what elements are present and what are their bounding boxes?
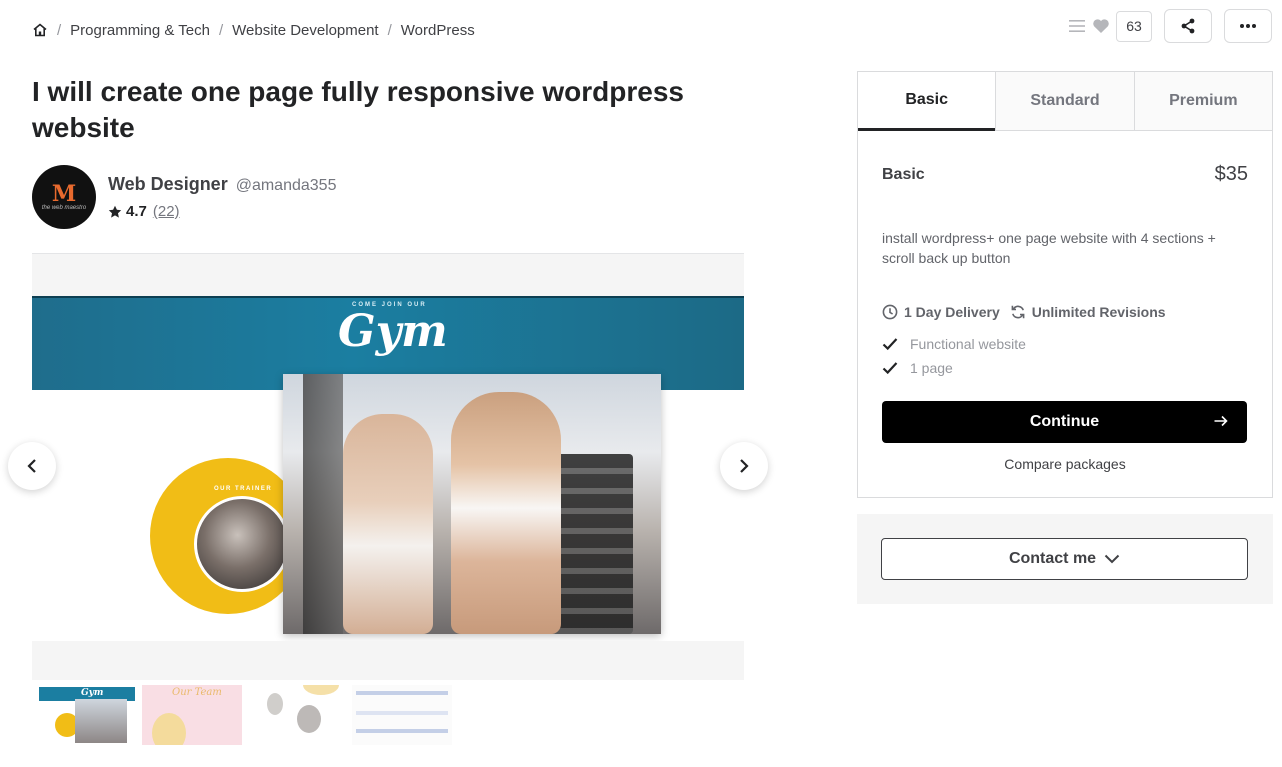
check-icon [882,337,910,351]
rating-score: 4.7 [126,203,147,220]
compare-packages-link[interactable]: Compare packages [882,456,1248,472]
more-icon [1240,24,1256,28]
tab-standard[interactable]: Standard [995,72,1134,130]
package-meta: 1 Day Delivery Unlimited Revisions [882,304,1248,320]
feature-label: 1 page [910,360,953,376]
breadcrumb-separator: / [57,21,62,39]
list-item: Functional website [882,332,1248,356]
avatar-logo: M [51,181,77,207]
arrow-right-icon [1213,413,1229,429]
share-icon [1181,18,1195,34]
reviews-count-link[interactable]: (22) [153,203,180,220]
package-tabs: Basic Standard Premium [858,72,1272,131]
slide-title-text: Gym [338,306,448,357]
contact-me-button[interactable]: Contact me [881,538,1248,580]
star-icon [108,205,122,219]
home-icon[interactable] [32,22,48,38]
more-options-button[interactable] [1224,9,1272,43]
slide-trainer-label: OUR TRAINER [214,486,273,492]
contact-seller-box: Contact me [857,514,1273,604]
list-icon[interactable] [1068,18,1086,34]
gig-title: I will create one page fully responsive … [32,76,684,143]
photo-gym-frame [303,374,343,634]
continue-label: Continue [1029,413,1100,430]
chevron-down-icon [1104,554,1120,564]
save-to-list[interactable]: 63 [1068,10,1152,42]
chevron-right-icon [740,459,749,473]
gallery-thumbnail[interactable]: Our Team [142,685,242,745]
clock-icon [882,304,898,320]
photo-figure [343,414,433,634]
gallery-next-button[interactable] [720,442,768,490]
breadcrumb-link-website-development[interactable]: Website Development [232,22,378,39]
continue-button[interactable]: Continue [882,401,1247,443]
heart-icon[interactable] [1092,18,1110,34]
feature-label: Functional website [910,336,1026,352]
delivery-time: 1 Day Delivery [904,304,1000,320]
gallery-slide-image: COME JOIN OUR Gym OUR TRAINER [32,296,744,641]
gig-actions: 63 [1068,9,1272,43]
breadcrumb-separator: / [218,21,224,39]
gig-gallery: COME JOIN OUR Gym OUR TRAINER [32,253,744,680]
slide-main-photo [283,374,661,634]
share-button[interactable] [1164,9,1212,43]
package-description: install wordpress+ one page website with… [882,230,1216,266]
package-name: Basic [882,165,925,183]
seller-rating: 4.7 (22) [108,203,336,220]
breadcrumb-link-programming-tech[interactable]: Programming & Tech [70,22,210,39]
gallery-prev-button[interactable] [8,442,56,490]
avatar[interactable]: M the web maestro [32,165,96,229]
tab-basic[interactable]: Basic [858,72,996,131]
slide-trainer-photo [194,496,290,592]
revisions-count: Unlimited Revisions [1031,304,1166,320]
gallery-thumbnail[interactable] [247,685,347,745]
likes-count: 63 [1116,10,1152,42]
thumbnail-title-text: Gym [81,688,104,698]
avatar-logo-subtext: the web maestro [41,205,87,211]
seller-handle: @amanda355 [235,177,337,194]
seller-overview: M the web maestro Web Designer @amanda35… [32,165,336,229]
gallery-thumbnails: Gym Our Team [37,685,452,745]
contact-label: Contact me [1008,550,1097,567]
refresh-icon [1011,305,1025,319]
breadcrumb: / Programming & Tech / Website Developme… [32,20,475,40]
photo-figure [451,392,561,634]
seller-name[interactable]: Web Designer [108,174,228,195]
photo-dumbbell-rack [553,454,633,634]
list-item: 1 page [882,356,1248,380]
package-price: $35 [1214,163,1248,185]
gallery-thumbnail[interactable] [352,685,452,745]
check-icon [882,361,910,375]
packages-panel: Basic Standard Premium Basic $35 install… [857,71,1273,498]
chevron-left-icon [27,459,36,473]
breadcrumb-link-wordpress[interactable]: WordPress [401,22,475,39]
tab-premium[interactable]: Premium [1133,72,1272,130]
thumbnail-title-text: Our Team [172,687,222,698]
breadcrumb-separator: / [387,21,392,39]
package-features: Functional website 1 page [882,332,1248,380]
gallery-thumbnail[interactable]: Gym [37,685,137,745]
